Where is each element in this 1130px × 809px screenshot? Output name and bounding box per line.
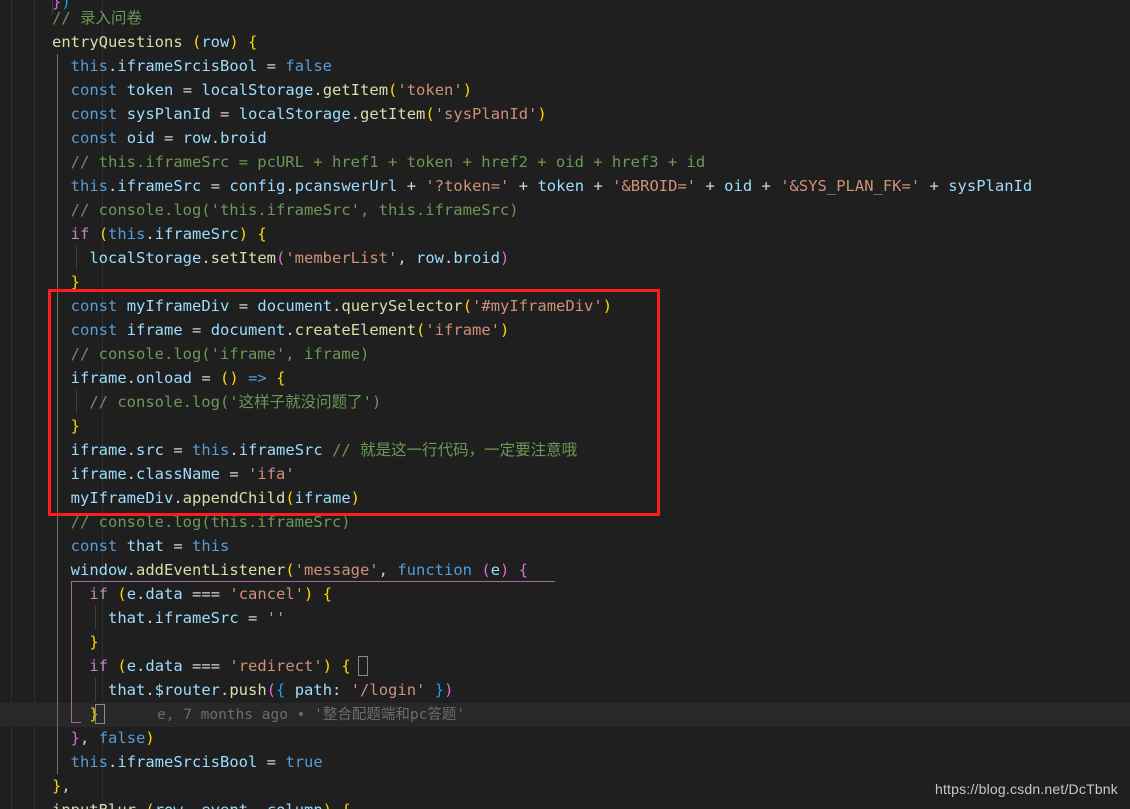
scope-guide-vertical	[71, 581, 72, 722]
csdn-watermark: https://blog.csdn.net/DcTbnk	[934, 781, 1118, 797]
code-line[interactable]: // console.log('this.iframeSrc', this.if…	[0, 198, 1130, 222]
code-line[interactable]: this.iframeSrc = config.pcanswerUrl + '?…	[0, 174, 1130, 198]
code-line[interactable]: iframe.onload = () => {	[0, 366, 1130, 390]
code-line[interactable]: if (e.data === 'redirect') {	[0, 654, 1130, 678]
code-line[interactable]: const token = localStorage.getItem('toke…	[0, 78, 1130, 102]
code-line[interactable]: that.iframeSrc = ''	[0, 606, 1130, 630]
code-line[interactable]: iframe.src = this.iframeSrc // 就是这一行代码，一…	[0, 438, 1130, 462]
code-line[interactable]: this.iframeSrcisBool = true	[0, 750, 1130, 774]
code-line[interactable]: // this.iframeSrc = pcURL + href1 + toke…	[0, 150, 1130, 174]
code-line[interactable]: if (this.iframeSrc) {	[0, 222, 1130, 246]
code-line[interactable]: // console.log(this.iframeSrc)	[0, 510, 1130, 534]
code-line[interactable]: // 录入问卷	[0, 6, 1130, 30]
code-line[interactable]: const that = this	[0, 534, 1130, 558]
code-line[interactable]: window.addEventListener('message', funct…	[0, 558, 1130, 582]
git-blame-text: e, 7 months ago • '整合配题端和pc答题'	[157, 707, 466, 723]
code-line[interactable]: if (e.data === 'cancel') {	[0, 582, 1130, 606]
code-line[interactable]: entryQuestions (row) {	[0, 30, 1130, 54]
code-line[interactable]: }	[0, 630, 1130, 654]
code-line[interactable]: const myIframeDiv = document.querySelect…	[0, 294, 1130, 318]
git-blame-annotation[interactable]: e, 7 months ago • '整合配题端和pc答题'	[157, 703, 465, 727]
code-line[interactable]: this.iframeSrcisBool = false	[0, 54, 1130, 78]
code-line[interactable]: localStorage.setItem('memberList', row.b…	[0, 246, 1130, 270]
code-line[interactable]: myIframeDiv.appendChild(iframe)	[0, 486, 1130, 510]
code-line[interactable]: inputBlur (row, event, column) {	[0, 798, 1130, 809]
code-line[interactable]: }	[0, 270, 1130, 294]
code-line[interactable]: const oid = row.broid	[0, 126, 1130, 150]
code-line[interactable]: iframe.className = 'ifa'	[0, 462, 1130, 486]
code-editor[interactable]: }) // 录入问卷 entryQuestions (row) { this.i…	[0, 0, 1130, 809]
scope-guide-foot	[71, 722, 81, 723]
code-line[interactable]: that.$router.push({ path: '/login' })	[0, 678, 1130, 702]
code-line[interactable]: const sysPlanId = localStorage.getItem('…	[0, 102, 1130, 126]
code-line[interactable]: // console.log('iframe', iframe)	[0, 342, 1130, 366]
scope-guide-underline	[71, 581, 555, 582]
code-line[interactable]: const iframe = document.createElement('i…	[0, 318, 1130, 342]
code-line[interactable]: }	[0, 414, 1130, 438]
code-line[interactable]: // console.log('这样子就没问题了')	[0, 390, 1130, 414]
code-surface[interactable]: }) // 录入问卷 entryQuestions (row) { this.i…	[0, 0, 1130, 809]
code-line[interactable]: }, false)	[0, 726, 1130, 750]
